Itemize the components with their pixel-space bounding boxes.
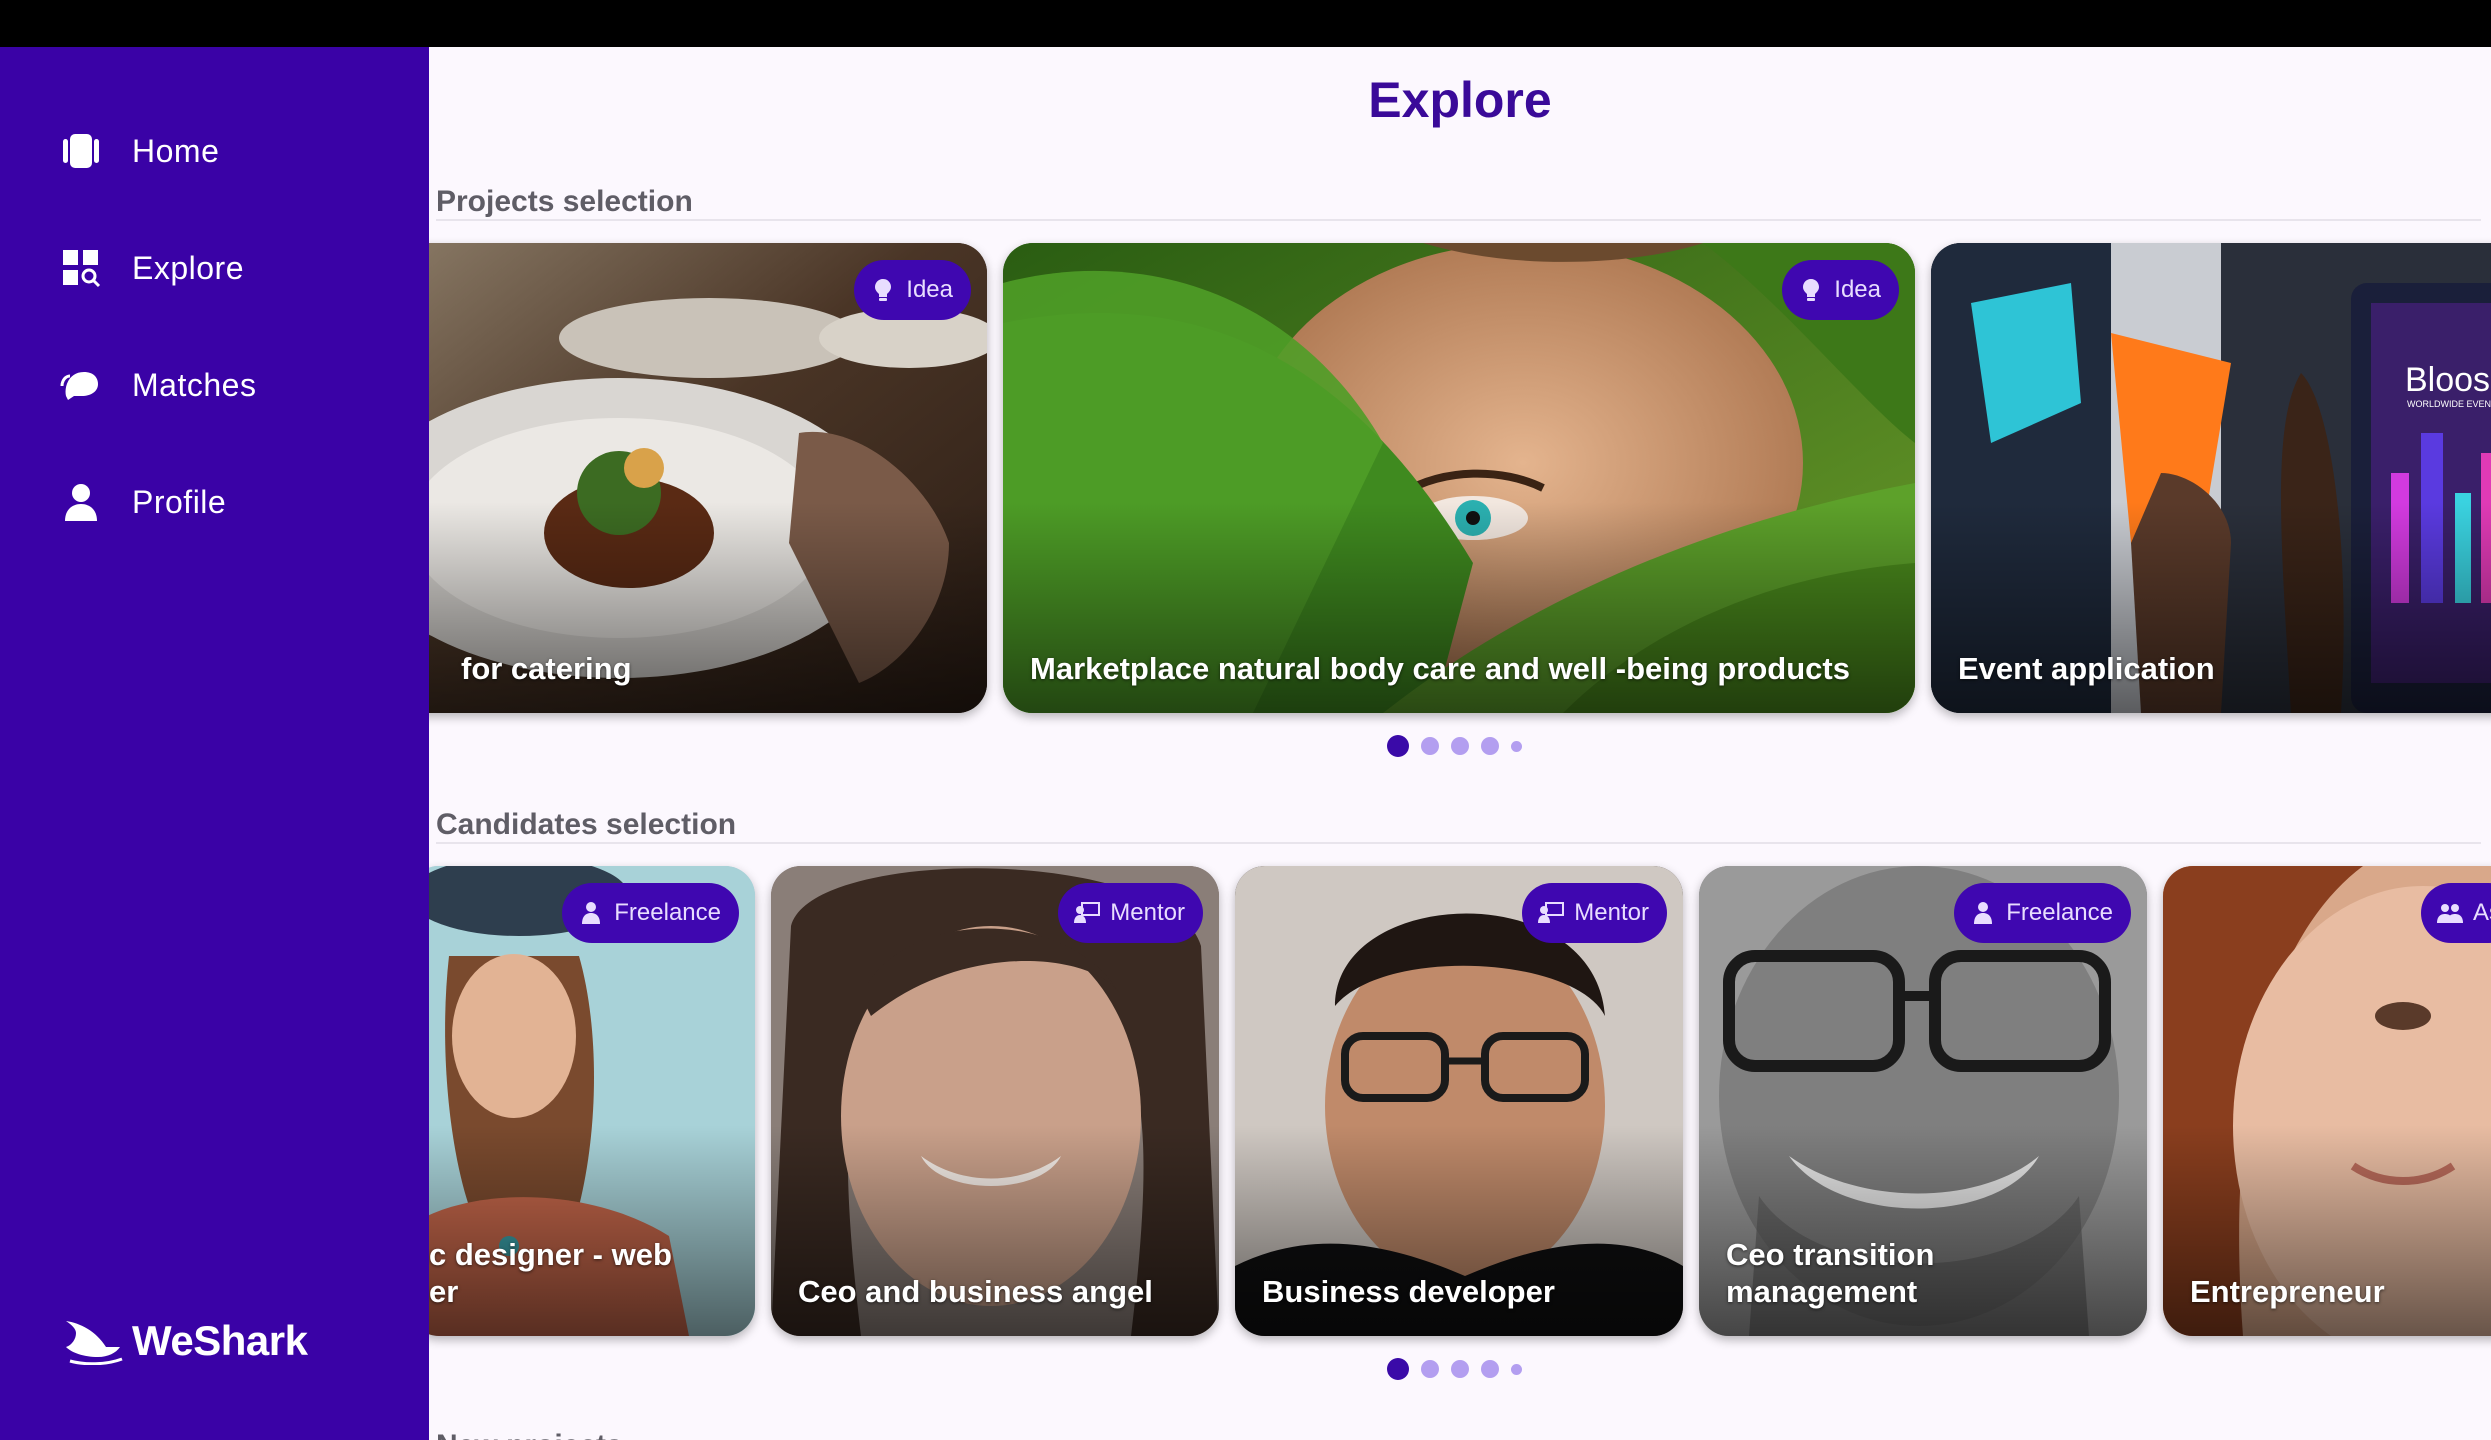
home-icon — [60, 130, 102, 172]
bloosh-app-text: Bloosh — [2405, 361, 2491, 399]
project-card-title: Event application — [1958, 651, 2215, 686]
badge-label: Mentor — [1110, 899, 1185, 926]
navigation-rail: Home Explore Matches Profile WeShark — [0, 47, 429, 1440]
badge-label: Idea — [1834, 276, 1881, 303]
mentor-badge: Mentor — [1058, 883, 1203, 943]
page-dot[interactable] — [1451, 737, 1469, 755]
mentor-icon — [1074, 900, 1101, 926]
page-dot[interactable] — [1481, 737, 1499, 755]
badge-label: Freelance — [614, 899, 721, 926]
project-card[interactable]: Bloosh WORLDWIDE EVENT APP Event applica… — [1931, 243, 2491, 713]
candidates-section-title: Candidates selection — [436, 808, 737, 841]
candidate-title-line: Ceo transition — [1726, 1237, 1935, 1272]
associate-badge: As — [2421, 883, 2491, 943]
badge-label: Idea — [906, 276, 953, 303]
nav-item-matches[interactable]: Matches — [60, 355, 390, 415]
page-dot[interactable] — [1511, 740, 1522, 752]
candidate-card[interactable]: Entrepreneur As — [2163, 866, 2491, 1336]
nav-label-home: Home — [132, 132, 220, 169]
candidate-title-line: management — [1726, 1274, 1918, 1309]
idea-badge: Idea — [1782, 260, 1899, 320]
badge-label: Mentor — [1574, 899, 1649, 926]
mentor-badge: Mentor — [1522, 883, 1667, 943]
lightbulb-icon — [1798, 277, 1824, 303]
projects-section-title: Projects selection — [436, 185, 693, 218]
candidate-card[interactable]: Ceo transition management Freelance — [1699, 866, 2147, 1336]
candidate-title-line: Business developer — [1262, 1274, 1555, 1309]
nav-item-profile[interactable]: Profile — [60, 472, 390, 532]
nav-label-profile: Profile — [132, 483, 227, 520]
idea-badge: Idea — [854, 260, 971, 320]
page-title: Explore — [1368, 72, 1552, 128]
matches-icon — [60, 364, 102, 406]
system-status-bar — [0, 0, 2491, 47]
project-card[interactable]: Marketplace natural body care and well -… — [1003, 243, 1915, 713]
new-projects-section-title: New projects — [436, 1429, 623, 1440]
candidate-card-title: Business developer — [1262, 1273, 1663, 1310]
candidate-card[interactable]: Business developer Mentor — [1235, 866, 1683, 1336]
candidate-card[interactable]: c designer - web er Freelance — [429, 866, 755, 1336]
project-card[interactable]: for catering Idea — [429, 243, 987, 713]
weshark-logo: WeShark — [62, 1317, 308, 1365]
profile-icon — [60, 481, 102, 523]
page-dot[interactable] — [1511, 1363, 1522, 1375]
project-card-title: Marketplace natural body care and well -… — [1030, 651, 1850, 686]
candidates-divider — [436, 842, 2481, 844]
mentor-icon — [1538, 900, 1565, 926]
page-dot[interactable] — [1421, 1360, 1439, 1378]
associate-icon — [2437, 900, 2463, 926]
lightbulb-icon — [870, 277, 896, 303]
project-card-title: for catering — [461, 651, 632, 686]
candidate-title-line: Ceo and business angel — [798, 1274, 1153, 1309]
explore-icon — [60, 247, 102, 289]
candidate-card-title: Entrepreneur — [2190, 1273, 2491, 1310]
candidate-card-title: Ceo transition management — [1726, 1236, 2127, 1310]
candidate-card[interactable]: Ceo and business angel Mentor — [771, 866, 1219, 1336]
logo-wordmark: WeShark — [132, 1317, 308, 1364]
page-dot[interactable] — [1387, 735, 1409, 757]
nav-label-matches: Matches — [132, 366, 257, 403]
candidate-card-title: c designer - web er — [429, 1236, 735, 1310]
page-dot[interactable] — [1481, 1360, 1499, 1378]
page-dot[interactable] — [1387, 1358, 1409, 1380]
freelance-icon — [578, 900, 604, 926]
freelance-badge: Freelance — [562, 883, 739, 943]
candidate-card-title: Ceo and business angel — [798, 1273, 1199, 1310]
badge-label: Freelance — [2006, 899, 2113, 926]
projects-page-indicator[interactable] — [1387, 735, 1534, 757]
badge-label: As — [2473, 899, 2491, 926]
nav-item-explore[interactable]: Explore — [60, 238, 390, 298]
shark-fin-icon — [66, 1321, 123, 1365]
candidate-title-line: er — [429, 1274, 459, 1309]
page-dot[interactable] — [1421, 737, 1439, 755]
explore-page: Explore Projects selection for catering … — [429, 47, 2491, 1440]
nav-label-explore: Explore — [132, 249, 244, 286]
candidates-page-indicator[interactable] — [1387, 1358, 1534, 1380]
freelance-icon — [1970, 900, 1996, 926]
candidate-title-line: c designer - web — [429, 1237, 672, 1272]
candidate-title-line: Entrepreneur — [2190, 1274, 2385, 1309]
page-dot[interactable] — [1451, 1360, 1469, 1378]
projects-divider — [436, 219, 2481, 221]
bloosh-app-subtext: WORLDWIDE EVENT APP — [2407, 399, 2491, 409]
freelance-badge: Freelance — [1954, 883, 2131, 943]
nav-item-home[interactable]: Home — [60, 121, 390, 181]
